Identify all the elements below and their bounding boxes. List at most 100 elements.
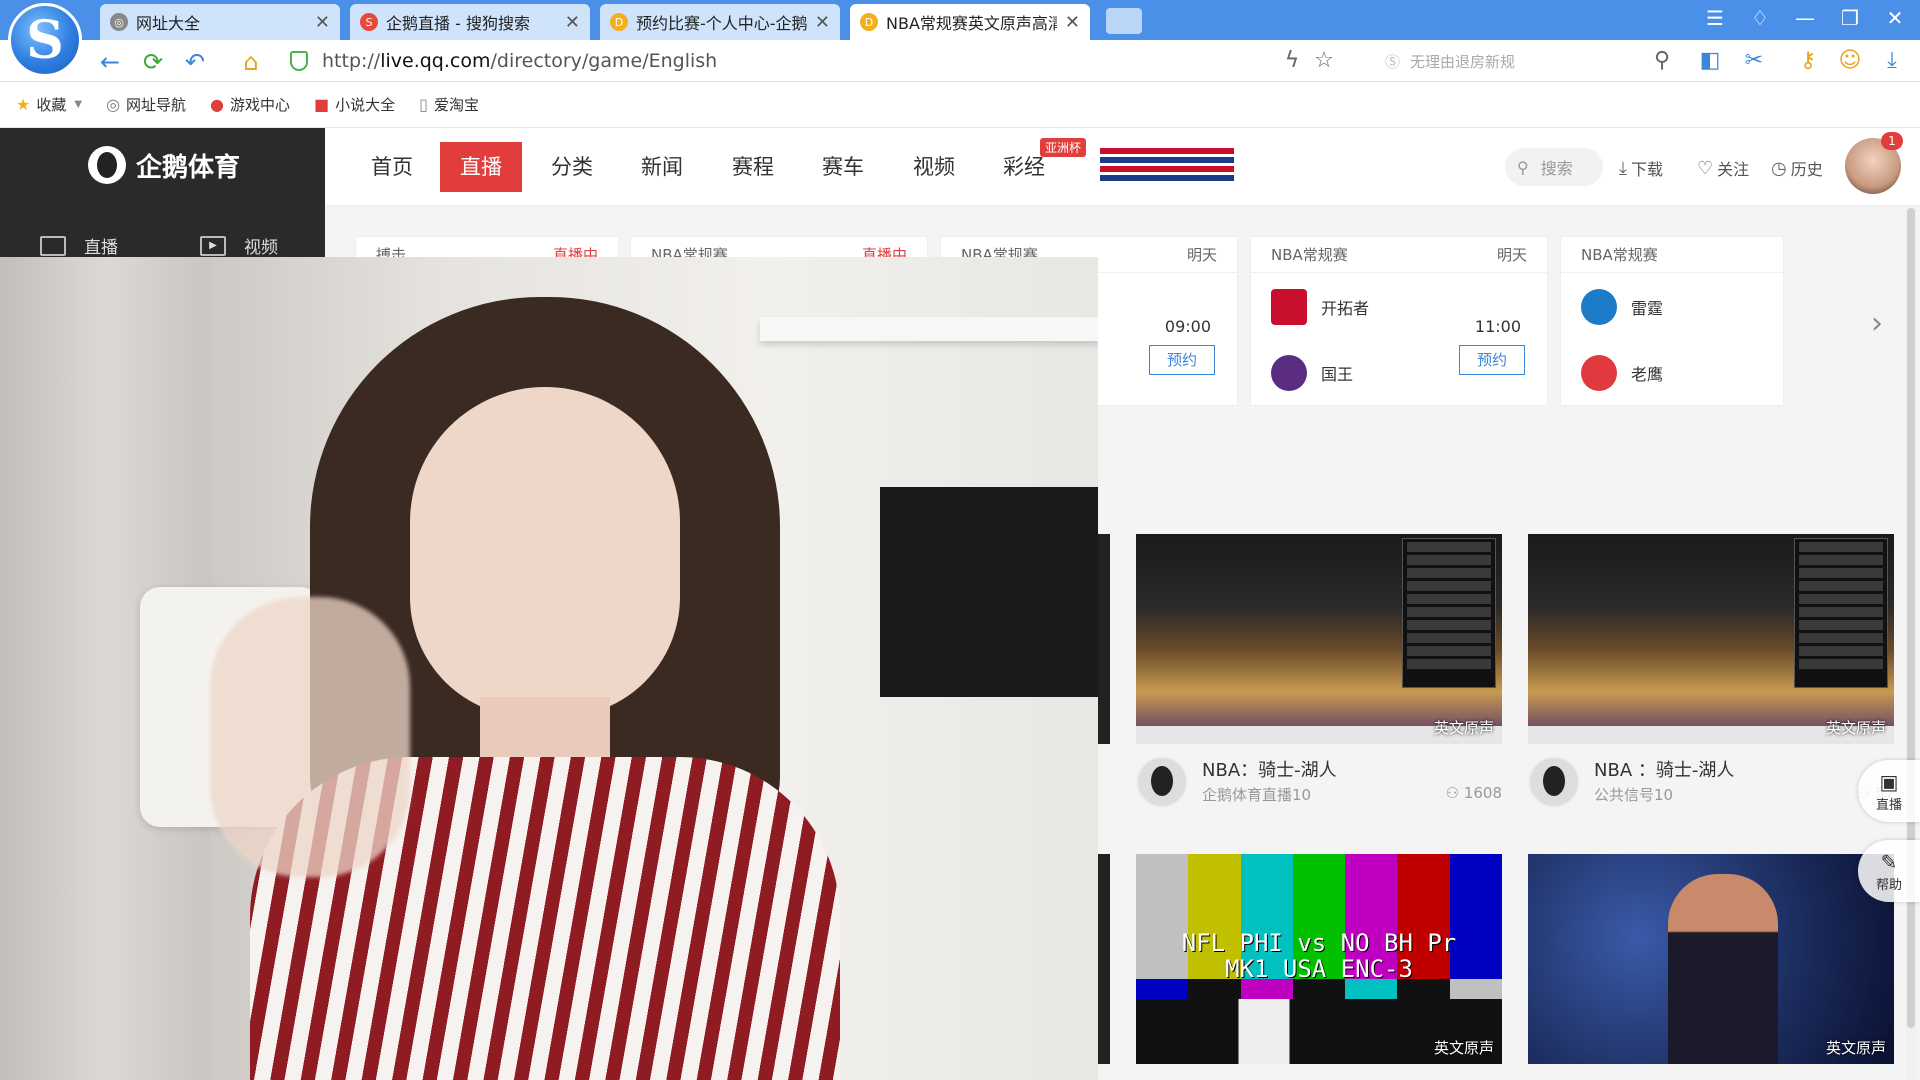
history-button[interactable]: ◷ 历史 xyxy=(1771,156,1823,180)
sidebar-item-video[interactable]: ▶ 视频 xyxy=(200,233,278,258)
tab-sogou-search[interactable]: S 企鹅直播 - 搜狗搜索 ✕ xyxy=(350,4,590,40)
nav-schedule[interactable]: 赛程 xyxy=(712,142,794,192)
book-icon: ■ xyxy=(314,95,330,114)
globe-icon: ◎ xyxy=(106,95,121,114)
tv-icon: ▣ xyxy=(1879,769,1899,794)
reserve-button[interactable]: 预约 xyxy=(1459,345,1525,375)
team-away: 国王 xyxy=(1271,355,1353,391)
team-home: 开拓者 xyxy=(1271,289,1369,325)
secure-shield-icon xyxy=(290,51,308,71)
float-live-button[interactable]: ▣ 直播 xyxy=(1858,760,1920,822)
back-icon[interactable]: ← xyxy=(95,48,125,76)
signal-text-line: MK1 USA ENC-3 xyxy=(1225,955,1413,983)
heart-icon: ♡ xyxy=(1697,157,1714,179)
site-header: 首页 直播 分类 新闻 赛程 赛车 视频 彩经 亚洲杯 ⚲ 搜索 ⤓ 下载 ♡ 关注 … xyxy=(325,128,1920,206)
restore-icon[interactable]: ❐ xyxy=(1835,6,1865,30)
blazers-logo-icon xyxy=(1271,289,1307,325)
schedule-card[interactable]: NBA常规赛 明天 开拓者 国王 11:00 预约 xyxy=(1250,236,1548,406)
home-icon[interactable]: ⌂ xyxy=(236,48,266,76)
bookmarks-bar: ★ 收藏 ▼ ◎ 网址导航 ● 游戏中心 ■ 小说大全 ▯ 爱淘宝 xyxy=(0,82,1920,128)
clock-icon: ◷ xyxy=(1771,157,1787,179)
new-tab-button[interactable] xyxy=(1106,8,1142,34)
tab-nba-english[interactable]: D NBA常规赛英文原声高清 ✕ xyxy=(850,4,1090,40)
viewers-icon: ⚇ xyxy=(1445,784,1464,802)
video-thumbnail[interactable]: 英文原声 xyxy=(1136,534,1502,744)
close-icon[interactable]: ✕ xyxy=(815,12,830,33)
lightning-icon[interactable]: ϟ xyxy=(1278,48,1306,73)
star-icon[interactable]: ☆ xyxy=(1310,48,1338,73)
nav-home[interactable]: 首页 xyxy=(351,142,433,192)
url-field[interactable]: http://live.qq.com/directory/game/Englis… xyxy=(290,46,1290,76)
bookmark-games[interactable]: ● 游戏中心 xyxy=(210,94,290,115)
key-icon[interactable]: ⚷ xyxy=(1794,48,1822,73)
qq-sports-icon: D xyxy=(860,13,878,31)
scissors-icon[interactable]: ✂ xyxy=(1740,48,1768,73)
download-icon: ⤓ xyxy=(1619,157,1627,179)
close-icon[interactable]: ✕ xyxy=(565,12,580,33)
float-help-button[interactable]: ✎ 帮助 xyxy=(1858,840,1920,902)
skin-icon[interactable]: ♢ xyxy=(1745,6,1775,30)
chevron-down-icon: ▼ xyxy=(74,99,83,110)
game-icon: ● xyxy=(210,95,225,114)
video-title[interactable]: NBA ：骑士-湖人 xyxy=(1594,756,1734,782)
nav-news[interactable]: 新闻 xyxy=(621,142,703,192)
minimize-icon[interactable]: — xyxy=(1790,6,1820,30)
sidebar-item-live[interactable]: 直播 xyxy=(40,233,118,258)
extension-icon[interactable]: ◧ xyxy=(1696,48,1724,73)
kings-logo-icon xyxy=(1271,355,1307,391)
menu-icon[interactable]: ☰ xyxy=(1700,6,1730,30)
notification-badge: 1 xyxy=(1881,132,1903,150)
address-bar: ← ⟳ ↶ ⌂ http://live.qq.com/directory/gam… xyxy=(0,40,1920,82)
bookmark-favorites[interactable]: ★ 收藏 ▼ xyxy=(16,94,82,115)
team-away: 老鹰 xyxy=(1581,355,1663,391)
download-button[interactable]: ⤓ 下载 xyxy=(1619,156,1663,180)
close-window-icon[interactable]: ✕ xyxy=(1880,6,1910,30)
video-thumbnail[interactable]: NFL PHI vs NO BH Pr MK1 USA ENC-3 英文原声 xyxy=(1136,854,1502,1064)
bookmark-novels[interactable]: ■ 小说大全 xyxy=(314,94,395,115)
partial-thumbnail xyxy=(1096,854,1110,1064)
pen-icon: ✎ xyxy=(1880,849,1898,874)
video-title[interactable]: NBA：骑士-湖人 xyxy=(1202,756,1337,782)
sogou-search-icon: Ⓢ xyxy=(1385,52,1401,71)
schedule-card[interactable]: NBA常规赛 雷霆 老鹰 xyxy=(1560,236,1784,406)
sogou-browser-logo[interactable]: S xyxy=(8,3,82,77)
channel-name: 公共信号10 xyxy=(1594,786,1674,804)
nav-video[interactable]: 视频 xyxy=(893,142,975,192)
video-thumbnail[interactable]: 英文原声 xyxy=(1528,854,1894,1064)
nav-racing[interactable]: 赛车 xyxy=(802,142,884,192)
chevron-right-icon[interactable]: › xyxy=(1871,306,1883,341)
flag-banner[interactable] xyxy=(1100,148,1234,188)
reserve-button[interactable]: 预约 xyxy=(1149,345,1215,375)
smile-icon[interactable]: ☺ xyxy=(1836,48,1864,73)
site-logo[interactable]: 企鹅体育 xyxy=(88,146,240,184)
webcam-person xyxy=(210,297,840,1080)
nav-live[interactable]: 直播 xyxy=(440,142,522,192)
tab-nav-sites[interactable]: ◎ 网址大全 ✕ xyxy=(100,4,340,40)
browser-search-input[interactable]: Ⓢ 无理由退房新规 xyxy=(1385,48,1675,74)
close-icon[interactable]: ✕ xyxy=(315,12,330,33)
site-search-input[interactable]: ⚲ 搜索 xyxy=(1505,148,1603,186)
browser-tab-bar: ◎ 网址大全 ✕ S 企鹅直播 - 搜狗搜索 ✕ D 预约比赛-个人中心-企鹅 … xyxy=(0,0,1920,40)
bookmark-taobao[interactable]: ▯ 爱淘宝 xyxy=(419,94,479,115)
close-icon[interactable]: ✕ xyxy=(1065,12,1080,33)
search-icon: ⚲ xyxy=(1517,157,1529,177)
nav-category[interactable]: 分类 xyxy=(531,142,613,192)
viewer-count: ⚇ 1608 xyxy=(1445,784,1502,802)
hawks-logo-icon xyxy=(1581,355,1617,391)
bookmark-nav[interactable]: ◎ 网址导航 xyxy=(106,94,186,115)
undo-icon[interactable]: ↶ xyxy=(180,48,210,76)
video-thumbnail[interactable]: 英文原声 xyxy=(1528,534,1894,744)
asian-cup-badge: 亚洲杯 xyxy=(1040,138,1087,157)
globe-icon: ◎ xyxy=(110,13,128,31)
commentator-figure xyxy=(1668,874,1778,1064)
sogou-icon: S xyxy=(360,13,378,31)
download-icon[interactable]: ⤓ xyxy=(1878,48,1906,73)
video-icon: ▶ xyxy=(200,235,226,256)
tab-reserve-match[interactable]: D 预约比赛-个人中心-企鹅 ✕ xyxy=(600,4,840,40)
search-icon[interactable]: ⚲ xyxy=(1648,48,1676,73)
floating-toolbar: ▣ 直播 ✎ 帮助 xyxy=(1858,760,1920,990)
partial-thumbnail xyxy=(1096,534,1110,744)
refresh-icon[interactable]: ⟳ xyxy=(138,48,168,76)
follow-button[interactable]: ♡ 关注 xyxy=(1697,156,1749,180)
live-icon xyxy=(40,235,66,256)
